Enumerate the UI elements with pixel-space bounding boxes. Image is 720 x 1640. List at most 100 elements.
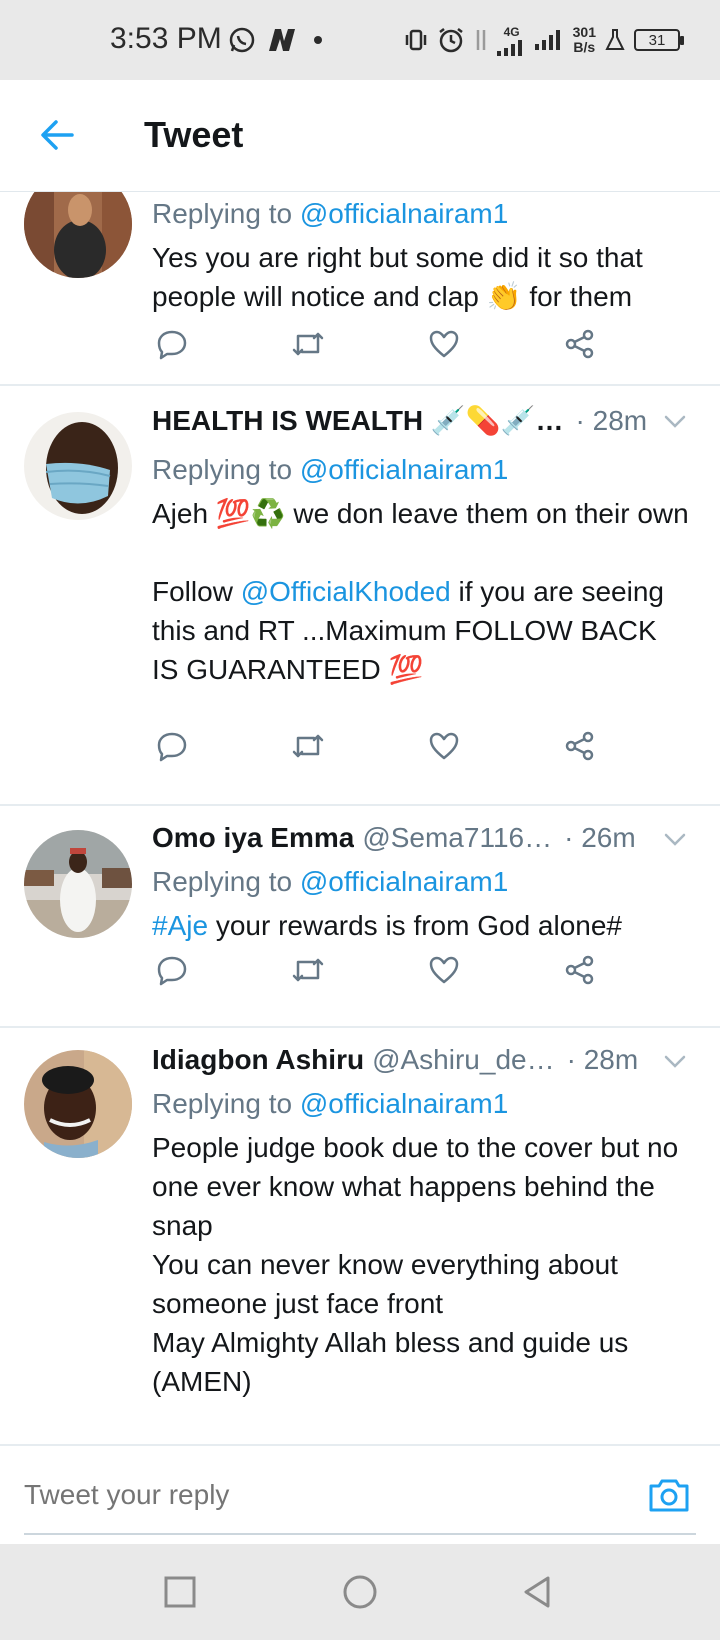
heart-icon: [429, 330, 459, 358]
reply-button[interactable]: [152, 950, 192, 990]
tweet-content: HEALTH IS WEALTH 💉💊💉… · 28m Replying to …: [152, 404, 690, 689]
net-speed: 301 B/s: [573, 25, 596, 55]
chevron-down-icon[interactable]: [660, 1046, 690, 1076]
reply-button[interactable]: [152, 324, 192, 364]
back-button[interactable]: [32, 110, 82, 160]
mention-link[interactable]: @OfficialKhoded: [241, 576, 451, 607]
replying-to: Replying to @officialnairam1: [152, 862, 690, 902]
tweet-time: · 26m: [564, 822, 636, 853]
avatar[interactable]: [24, 1050, 132, 1158]
replying-to: Replying to @officialnairam1: [152, 194, 690, 234]
status-left-icons: [228, 22, 328, 58]
tweet-header: Idiagbon Ashiru @Ashiru_de… · 28m: [152, 1044, 690, 1084]
hundred-recycle-emoji: 💯♻️: [215, 497, 286, 530]
avatar[interactable]: [24, 412, 132, 520]
replying-mention[interactable]: @officialnairam1: [300, 198, 508, 229]
tweet-content: Idiagbon Ashiru @Ashiru_de… · 28m Replyi…: [152, 1044, 690, 1401]
replying-mention[interactable]: @officialnairam1: [300, 454, 508, 485]
hashtag-link[interactable]: #Aje: [152, 910, 208, 941]
retweet-button[interactable]: [288, 950, 328, 990]
status-bar: 3:53 PM 4G 301 B/s 31: [0, 0, 720, 80]
like-button[interactable]: [424, 726, 464, 766]
tweet-text-part: people will notice and clap: [152, 281, 487, 312]
like-button[interactable]: [424, 950, 464, 990]
replying-mention[interactable]: @officialnairam1: [300, 866, 508, 897]
dot-icon: [314, 36, 322, 44]
display-name[interactable]: HEALTH IS WEALTH 💉💊💉…: [152, 404, 564, 437]
tweet-text-line: people will notice and clap 👏 for them: [152, 277, 690, 316]
tweet-text-part: Ajeh: [152, 498, 216, 529]
tweet-actions: [152, 726, 612, 766]
battery-level: 31: [648, 31, 666, 49]
tweet-card[interactable]: Replying to @officialnairam1 Yes you are…: [0, 192, 720, 386]
tweet-actions: [152, 950, 612, 990]
replying-mention[interactable]: @officialnairam1: [300, 1088, 508, 1119]
tweet-text-part: your rewards is from God alone#: [208, 910, 623, 941]
retweet-icon: [292, 958, 324, 982]
reply-button[interactable]: [152, 726, 192, 766]
tweet-text: Ajeh 💯♻️ we don leave them on their own …: [152, 494, 690, 689]
network-type: 4G: [496, 24, 527, 56]
notification-n-icon: [269, 29, 295, 51]
user-handle[interactable]: @Ashiru_de…: [372, 1044, 555, 1076]
like-button[interactable]: [424, 324, 464, 364]
replying-prefix: Replying to: [152, 198, 293, 229]
top-app-bar: Tweet: [0, 80, 720, 192]
camera-icon: [649, 1479, 689, 1512]
tweet-text: Yes you are right but some did it so tha…: [152, 238, 690, 316]
network-type-label: 4G: [503, 24, 520, 39]
replying-prefix: Replying to: [152, 454, 293, 485]
tweet-text-part: we don leave them on their own: [285, 498, 689, 529]
home-icon[interactable]: [338, 1570, 382, 1614]
tweet-paragraph: Ajeh 💯♻️ we don leave them on their own: [152, 494, 690, 533]
replying-prefix: Replying to: [152, 1088, 293, 1119]
net-speed-value: 301: [572, 24, 596, 40]
tweet-card[interactable]: Idiagbon Ashiru @Ashiru_de… · 28m Replyi…: [0, 1028, 720, 1444]
status-right-icons: 4G 301 B/s 31: [403, 20, 684, 60]
heart-icon: [429, 732, 459, 760]
retweet-button[interactable]: [288, 324, 328, 364]
share-icon: [565, 955, 594, 985]
tweet-card[interactable]: HEALTH IS WEALTH 💉💊💉… · 28m Replying to …: [0, 386, 720, 806]
share-icon: [565, 731, 594, 761]
whatsapp-icon: [229, 27, 255, 53]
avatar[interactable]: [24, 192, 132, 278]
battery-icon: 31: [634, 29, 684, 51]
tweet-card[interactable]: Omo iya Emma @Sema7116… · 26m Replying t…: [0, 806, 720, 1028]
heart-icon: [429, 956, 459, 984]
camera-button[interactable]: [646, 1472, 692, 1518]
net-speed-unit: B/s: [573, 39, 596, 55]
tweet-header: Omo iya Emma @Sema7116… · 26m: [152, 822, 690, 862]
reply-icon: [157, 956, 187, 986]
user-handle[interactable]: @Sema7116…: [362, 822, 552, 854]
share-button[interactable]: [560, 950, 600, 990]
retweet-button[interactable]: [288, 726, 328, 766]
system-nav-bar: [0, 1544, 720, 1640]
retweet-icon: [292, 332, 324, 356]
reply-icon: [157, 330, 187, 360]
reply-list[interactable]: Replying to @officialnairam1 Yes you are…: [0, 192, 720, 1444]
tweet-time: · 28m: [566, 1044, 639, 1075]
avatar[interactable]: [24, 830, 132, 938]
tweet-time: · 28m: [575, 405, 648, 436]
retweet-icon: [292, 734, 324, 758]
tweet-actions: [152, 324, 612, 364]
chevron-down-icon[interactable]: [660, 824, 690, 854]
display-name[interactable]: Omo iya Emma: [152, 822, 354, 854]
tweet-paragraph: Follow @OfficialKhoded if you are seeing…: [152, 572, 690, 689]
replying-to: Replying to @officialnairam1: [152, 1084, 690, 1124]
flask-icon: [605, 29, 625, 50]
recents-icon[interactable]: [158, 1570, 202, 1614]
clap-emoji: 👏: [486, 280, 522, 313]
composer-underline: [24, 1533, 696, 1535]
display-name[interactable]: Idiagbon Ashiru: [152, 1044, 364, 1076]
chevron-down-icon[interactable]: [660, 406, 690, 436]
back-triangle-icon[interactable]: [516, 1570, 560, 1614]
share-button[interactable]: [560, 324, 600, 364]
tweet-text-part: for them: [521, 281, 633, 312]
replying-prefix: Replying to: [152, 866, 293, 897]
share-button[interactable]: [560, 726, 600, 766]
status-time: 3:53 PM: [110, 22, 222, 55]
reply-input[interactable]: [24, 1470, 584, 1520]
tweet-header: HEALTH IS WEALTH 💉💊💉… · 28m: [152, 404, 690, 444]
